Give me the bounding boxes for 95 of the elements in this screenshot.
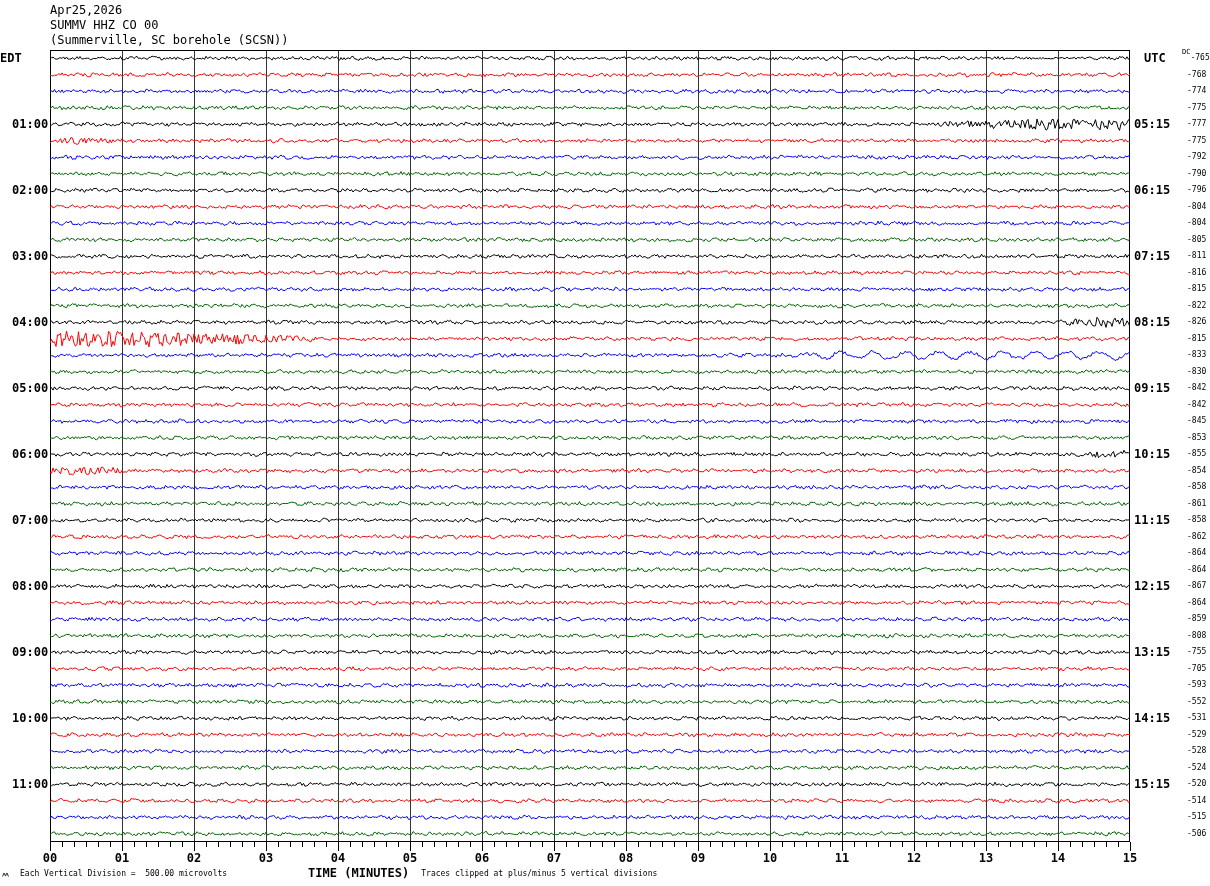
- dc-offset-label: -552: [1187, 697, 1207, 706]
- vertical-scale-note: Each Vertical Division = 500.00 microvolts: [20, 870, 228, 878]
- dc-offset-label: -506: [1187, 829, 1207, 838]
- dc-offset-label: -859: [1187, 615, 1207, 624]
- x-axis-tick-label: 02: [186, 852, 202, 865]
- dc-offset-label: -853: [1187, 433, 1207, 442]
- dc-offset-label: -830: [1187, 367, 1207, 376]
- utc-time-label: 14:15: [1134, 712, 1171, 725]
- x-axis-tick-label: 01: [114, 852, 130, 865]
- x-axis-tick-label: 06: [474, 852, 490, 865]
- x-axis-tick-label: 14: [1050, 852, 1066, 865]
- x-axis-tick-label: 05: [402, 852, 418, 865]
- dc-offset-label: -845: [1187, 417, 1207, 426]
- x-axis-tick-label: 10: [762, 852, 778, 865]
- dc-offset-label: -861: [1187, 499, 1207, 508]
- dc-offset-label: -531: [1187, 714, 1207, 723]
- dc-offset-label: -775: [1187, 103, 1207, 112]
- utc-time-label: 08:15: [1134, 316, 1171, 329]
- dc-offset-label: -858: [1187, 516, 1207, 525]
- plot-header-line: (Summerville, SC borehole (SCSN)): [50, 33, 289, 48]
- edt-hour-label: 11:00: [12, 778, 49, 791]
- utc-axis-title: UTC: [1144, 52, 1166, 65]
- edt-hour-label: 08:00: [12, 580, 49, 593]
- edt-hour-label: 09:00: [12, 646, 49, 659]
- x-axis-tick-label: 03: [258, 852, 274, 865]
- x-axis-tick-label: 07: [546, 852, 562, 865]
- x-axis-tick-label: 09: [690, 852, 706, 865]
- utc-time-label: 10:15: [1134, 448, 1171, 461]
- dc-offset-label: -808: [1187, 631, 1207, 640]
- dc-offset-label: -593: [1187, 681, 1207, 690]
- dc-offset-label: -514: [1187, 796, 1207, 805]
- utc-time-label: 06:15: [1134, 184, 1171, 197]
- dc-offset-label: -867: [1187, 582, 1207, 591]
- x-axis-tick-label: 08: [618, 852, 634, 865]
- dc-offset-label: -755: [1187, 648, 1207, 657]
- dc-offset-label: -864: [1187, 565, 1207, 574]
- dc-offset-label: -864: [1187, 549, 1207, 558]
- dc-offset-label: -804: [1187, 219, 1207, 228]
- utc-time-label: 12:15: [1134, 580, 1171, 593]
- x-axis-tick-label: 04: [330, 852, 346, 865]
- x-axis-title: TIME (MINUTES): [308, 867, 410, 879]
- edt-hour-label: 07:00: [12, 514, 49, 527]
- dc-offset-label: -858: [1187, 483, 1207, 492]
- dc-offset-label: -815: [1187, 285, 1207, 294]
- x-axis-tick-label: 13: [978, 852, 994, 865]
- dc-offset-label: -864: [1187, 598, 1207, 607]
- edt-hour-label: 06:00: [12, 448, 49, 461]
- dc-offset-label: -855: [1187, 450, 1207, 459]
- dc-offset-label: -768: [1187, 70, 1207, 79]
- dc-offset-label: -815: [1187, 334, 1207, 343]
- x-axis-tick-label: 12: [906, 852, 922, 865]
- dc-offset-label: -792: [1187, 153, 1207, 162]
- utc-time-label: 11:15: [1134, 514, 1171, 527]
- dc-offset-label: -862: [1187, 532, 1207, 541]
- dc-offset-label: -774: [1187, 87, 1207, 96]
- dc-offset-label: -790: [1187, 169, 1207, 178]
- dc-offset-label: -796: [1187, 186, 1207, 195]
- dc-offset-label: -822: [1187, 301, 1207, 310]
- dc-offset-label: -854: [1187, 466, 1207, 475]
- dc-offset-label: -529: [1187, 730, 1207, 739]
- dc-offset-label: -811: [1187, 252, 1207, 261]
- dc-offset-label: -705: [1187, 664, 1207, 673]
- dc-offset-label: -805: [1187, 235, 1207, 244]
- dc-offset-label: -804: [1187, 202, 1207, 211]
- plot-header-line: SUMMV HHZ CO 00: [50, 18, 159, 33]
- small-mark-icon: [2, 872, 9, 877]
- dc-offset-label: -515: [1187, 813, 1207, 822]
- x-axis-tick-label: 15: [1122, 852, 1138, 865]
- x-axis-tick-label: 11: [834, 852, 850, 865]
- edt-hour-label: 10:00: [12, 712, 49, 725]
- x-axis-tick-label: 00: [42, 852, 58, 865]
- edt-hour-label: 04:00: [12, 316, 49, 329]
- edt-axis-title: EDT: [0, 52, 22, 65]
- edt-hour-label: 03:00: [12, 250, 49, 263]
- dc-offset-label: -842: [1187, 400, 1207, 409]
- edt-hour-label: 05:00: [12, 382, 49, 395]
- dc-offset-label: -826: [1187, 318, 1207, 327]
- dc-offset-label: -528: [1187, 747, 1207, 756]
- utc-time-label: 09:15: [1134, 382, 1171, 395]
- dc-offset-label: -842: [1187, 384, 1207, 393]
- utc-time-label: 15:15: [1134, 778, 1171, 791]
- dc-offset-label: -816: [1187, 268, 1207, 277]
- dc-offset-label: -765: [1190, 54, 1210, 63]
- utc-time-label: 13:15: [1134, 646, 1171, 659]
- dc-offset-label: -520: [1187, 780, 1207, 789]
- utc-time-label: 07:15: [1134, 250, 1171, 263]
- dc-offset-label: -775: [1187, 136, 1207, 145]
- utc-time-label: 05:15: [1134, 118, 1171, 131]
- dc-offset-label: -777: [1187, 120, 1207, 129]
- dc-offset-label: -833: [1187, 351, 1207, 360]
- plot-header-line: Apr25,2026: [50, 3, 123, 18]
- clipping-note: Traces clipped at plus/minus 5 vertical divisions: [421, 870, 658, 878]
- edt-hour-label: 01:00: [12, 118, 49, 131]
- dc-offset-label: -524: [1187, 763, 1207, 772]
- edt-hour-label: 02:00: [12, 184, 49, 197]
